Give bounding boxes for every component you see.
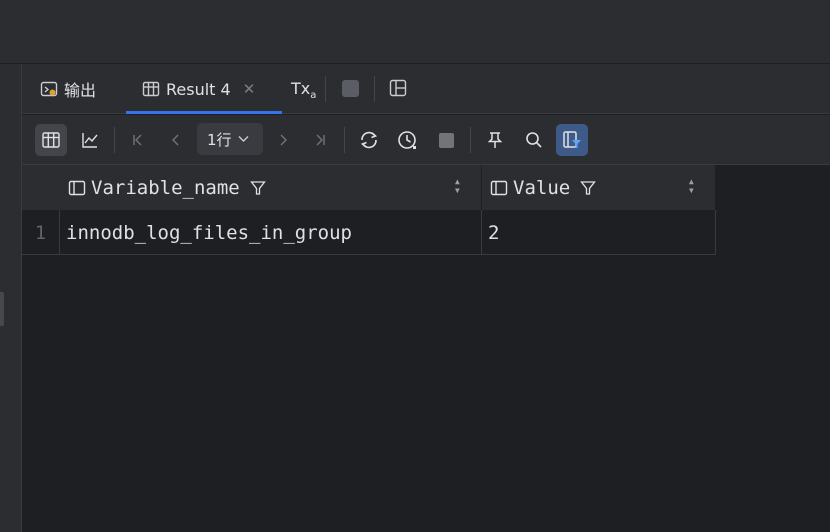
- results-tab-bar: 输出 Result 4 ✕ Txa: [22, 64, 830, 114]
- last-page-button[interactable]: [304, 124, 336, 156]
- table-cell-value[interactable]: 2: [482, 210, 716, 255]
- stop-icon: [438, 132, 454, 148]
- previous-page-button[interactable]: [160, 124, 192, 156]
- history-button[interactable]: [391, 124, 423, 156]
- table-view-button[interactable]: [35, 124, 67, 156]
- search-button[interactable]: [518, 124, 550, 156]
- row-number: 1: [22, 210, 60, 255]
- console-icon: [40, 80, 58, 98]
- table-icon: [42, 132, 60, 148]
- chevron-left-icon: [172, 134, 179, 146]
- filter-button[interactable]: [556, 124, 588, 156]
- cancel-query-button[interactable]: [430, 124, 462, 156]
- clock-icon: [398, 131, 416, 149]
- search-icon: [526, 132, 542, 148]
- gutter-marker: [0, 292, 4, 326]
- chart-icon: [82, 133, 98, 148]
- grid-header-row: Variable_name ▴ ▾ Value ▴ ▾: [22, 165, 716, 210]
- layout-icon[interactable]: [389, 79, 407, 97]
- results-toolbar: 1行: [22, 115, 830, 165]
- tab-result-4[interactable]: Result 4 ✕: [142, 64, 255, 114]
- first-page-button[interactable]: [122, 124, 154, 156]
- column-header-label: Variable_name: [91, 176, 240, 199]
- separator: [374, 76, 375, 102]
- stop-icon[interactable]: [342, 80, 359, 97]
- left-gutter: [0, 64, 22, 532]
- last-page-icon: [316, 134, 325, 146]
- column-filter-icon[interactable]: [580, 180, 597, 196]
- active-tab-indicator: [126, 111, 282, 114]
- page-size-select[interactable]: 1行: [197, 123, 263, 155]
- column-icon: [68, 179, 86, 197]
- filter-icon: [563, 131, 581, 148]
- separator: [470, 127, 471, 153]
- page-size-value: 1行: [207, 130, 232, 149]
- chevron-down-icon: [238, 133, 249, 146]
- tx-label: Tx: [291, 79, 311, 98]
- close-icon[interactable]: ✕: [243, 80, 256, 98]
- column-filter-icon[interactable]: [249, 180, 266, 196]
- sort-icon[interactable]: ▴ ▾: [688, 175, 695, 196]
- tx-sub: a: [310, 90, 317, 102]
- tab-result-label: Result 4: [166, 79, 231, 99]
- refresh-icon: [360, 131, 378, 149]
- transaction-button[interactable]: Txa: [291, 79, 316, 101]
- sort-icon[interactable]: ▴ ▾: [454, 175, 461, 196]
- window-top-strip: [0, 0, 830, 64]
- chart-view-button[interactable]: [74, 124, 106, 156]
- pin-icon: [487, 132, 503, 148]
- column-header-variable-name[interactable]: Variable_name ▴ ▾: [60, 165, 482, 210]
- column-icon: [490, 179, 508, 197]
- separator: [114, 127, 115, 153]
- chevron-right-icon: [280, 134, 287, 146]
- column-header-label: Value: [513, 176, 571, 199]
- separator: [325, 76, 326, 102]
- refresh-button[interactable]: [353, 124, 385, 156]
- table-cell-variable-name[interactable]: innodb_log_files_in_group: [60, 210, 482, 255]
- next-page-button[interactable]: [267, 124, 299, 156]
- separator: [344, 127, 345, 153]
- column-header-value[interactable]: Value ▴ ▾: [482, 165, 716, 210]
- first-page-icon: [133, 134, 142, 146]
- pin-button[interactable]: [479, 124, 511, 156]
- tab-output-label: 输出: [64, 81, 97, 100]
- table-icon: [142, 80, 160, 98]
- tab-output[interactable]: 输出: [40, 64, 96, 114]
